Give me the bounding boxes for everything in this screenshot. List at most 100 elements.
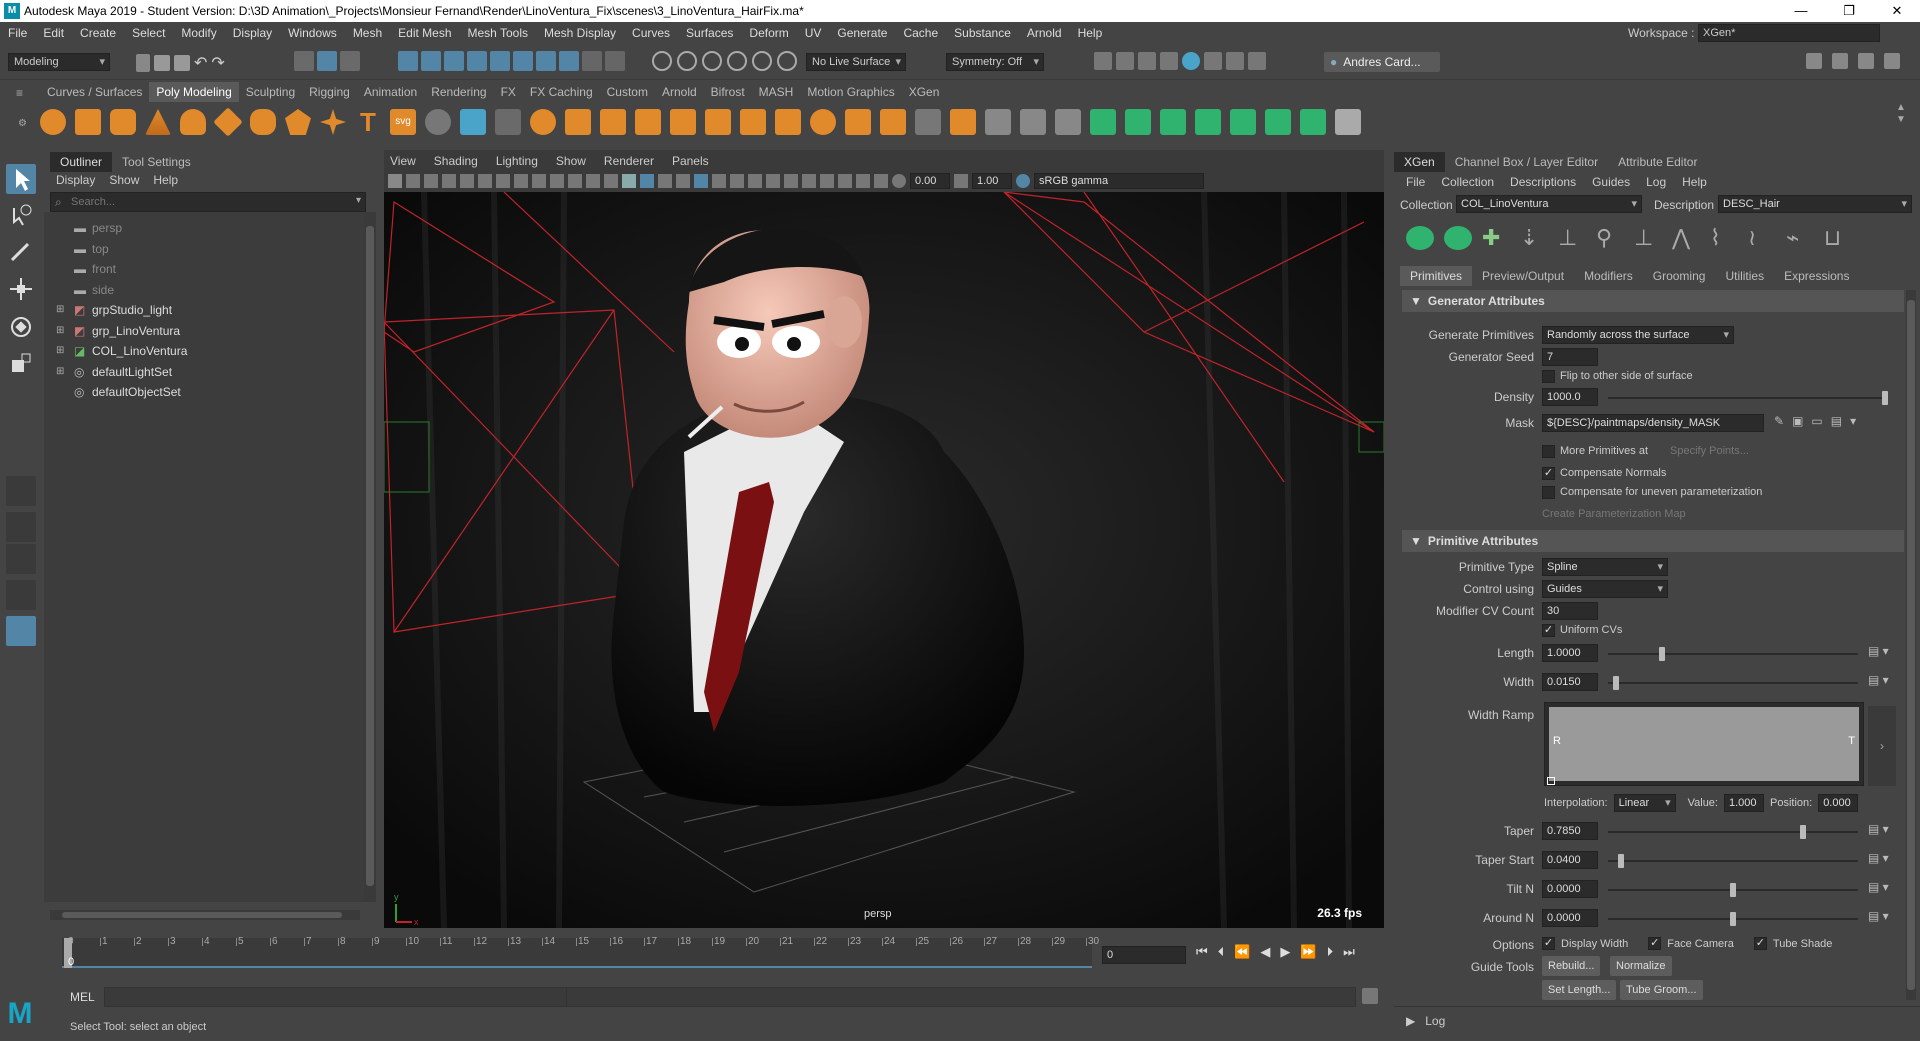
outliner-item[interactable]: ⊞ ◎ defaultLightSet — [44, 362, 364, 382]
four-view-layout-icon[interactable] — [6, 512, 36, 542]
shelf-tab-motion-graphics[interactable]: Motion Graphics — [800, 82, 901, 102]
minimize-button[interactable]: — — [1786, 2, 1816, 20]
cut-uv-icon[interactable] — [1335, 109, 1361, 135]
collapse-icon[interactable] — [950, 109, 976, 135]
smooth-shade-icon[interactable] — [640, 174, 654, 188]
platonic-solid-icon[interactable] — [285, 109, 311, 135]
current-frame-field[interactable]: 0 — [1102, 946, 1186, 964]
menu-mesh[interactable]: Mesh — [345, 22, 390, 44]
viewport-menu-lighting[interactable]: Lighting — [496, 154, 538, 168]
menu-file[interactable]: File — [0, 22, 35, 44]
undo-icon[interactable]: ↶ — [194, 53, 207, 73]
ramp-handle-start[interactable] — [1547, 777, 1555, 785]
taper-slider-knob[interactable] — [1799, 825, 1806, 839]
tilt-n-map-icon[interactable]: ▤ ▾ — [1868, 880, 1889, 894]
ipr-render-icon[interactable] — [1138, 52, 1156, 70]
snap-point-icon[interactable] — [702, 51, 722, 71]
display-width-checkbox[interactable]: ✓ — [1542, 937, 1555, 950]
single-perspective-layout-icon[interactable] — [6, 476, 36, 506]
around-n-map-icon[interactable]: ▤ ▾ — [1868, 909, 1889, 923]
width-slider-knob[interactable] — [1612, 676, 1619, 690]
menu-edit-mesh[interactable]: Edit Mesh — [390, 22, 459, 44]
subtab-utilities[interactable]: Utilities — [1715, 266, 1774, 286]
mask-joints-icon[interactable] — [421, 51, 441, 71]
camera-select-icon[interactable] — [388, 174, 402, 188]
outliner-menu-show[interactable]: Show — [109, 170, 139, 190]
default-material-icon[interactable] — [658, 174, 672, 188]
outliner-item[interactable]: ⊞ ◩ grpStudio_light — [44, 300, 364, 320]
exposure-icon[interactable] — [892, 174, 906, 188]
outliner-item[interactable]: ⊞ ◪ COL_LinoVentura — [44, 341, 364, 361]
taper-start-map-icon[interactable]: ▤ ▾ — [1868, 851, 1889, 865]
menu-windows[interactable]: Windows — [280, 22, 345, 44]
tube-shade-checkbox[interactable]: ✓ — [1753, 937, 1767, 950]
outliner-menu-display[interactable]: Display — [56, 170, 95, 190]
poly-sphere-icon[interactable] — [40, 109, 66, 135]
view-transform-select[interactable]: sRGB gamma — [1034, 173, 1204, 189]
type-tool-icon[interactable]: T — [355, 109, 381, 135]
save-scene-icon[interactable] — [174, 55, 190, 71]
grid-toggle-icon[interactable] — [496, 174, 510, 188]
viewport-menu-panels[interactable]: Panels — [672, 154, 709, 168]
circularize-icon[interactable] — [810, 109, 836, 135]
expand-toggle-icon[interactable]: ⊞ — [56, 341, 70, 361]
outliner-item[interactable]: ▬ front — [44, 259, 364, 279]
specify-points-button[interactable]: Specify Points... — [1670, 445, 1749, 457]
shelf-tab-rigging[interactable]: Rigging — [302, 82, 357, 102]
use-all-lights-icon[interactable] — [712, 174, 726, 188]
new-scene-icon[interactable] — [136, 54, 150, 72]
outliner-item[interactable]: ▬ side — [44, 280, 364, 300]
mask-map-icon[interactable]: ▤ — [1831, 414, 1842, 428]
tab-outliner[interactable]: Outliner — [50, 152, 113, 172]
poly-cone-icon[interactable] — [145, 109, 171, 135]
xgen-menu-collection[interactable]: Collection — [1441, 175, 1494, 189]
step-forward-key-icon[interactable]: ⏵ — [1327, 944, 1334, 960]
resolution-gate-icon[interactable] — [532, 174, 546, 188]
render-view-icon[interactable] — [1094, 52, 1112, 70]
tab-attribute-editor[interactable]: Attribute Editor — [1608, 152, 1707, 172]
outliner-hscroll-thumb[interactable] — [62, 912, 342, 918]
taper-map-icon[interactable]: ▤ ▾ — [1868, 822, 1889, 836]
collection-select[interactable]: COL_LinoVentura — [1456, 195, 1642, 213]
snap-pivot-icon[interactable] — [777, 51, 797, 71]
select-objects-icon[interactable] — [317, 51, 337, 71]
mode-select[interactable]: Modeling — [8, 53, 110, 71]
snap-curve-icon[interactable] — [677, 51, 697, 71]
shelf-scroll-icon[interactable]: ▲ ▼ — [1896, 102, 1906, 126]
mask-dropdown-icon[interactable]: ▾ — [1850, 414, 1856, 428]
density-slider-track[interactable] — [1608, 397, 1888, 399]
grease-pencil-icon[interactable] — [478, 174, 492, 188]
shelf-tab-rendering[interactable]: Rendering — [424, 82, 493, 102]
tab-tool-settings[interactable]: Tool Settings — [112, 152, 201, 172]
isolate-select-icon[interactable] — [820, 174, 834, 188]
compensate-normals-checkbox[interactable]: ✓ — [1542, 467, 1555, 480]
menu-arnold[interactable]: Arnold — [1019, 22, 1070, 44]
symmetry-select[interactable]: Symmetry: Off — [946, 53, 1044, 71]
user-account-button[interactable]: ● Andres Card... — [1324, 52, 1440, 72]
primitive-attributes-header[interactable]: ▼ Primitive Attributes — [1402, 530, 1904, 552]
xray-joints-icon[interactable] — [874, 174, 888, 188]
mask-rendering-icon[interactable] — [536, 51, 556, 71]
expand-toggle-icon[interactable]: ⊞ — [56, 300, 70, 320]
modifier-cv-count-field[interactable]: 30 — [1542, 602, 1598, 620]
separate-icon[interactable] — [460, 109, 486, 135]
bridge-icon[interactable] — [635, 109, 661, 135]
hypershade-icon[interactable] — [1182, 52, 1200, 70]
density-slider-knob[interactable] — [1882, 391, 1888, 405]
2d-pan-zoom-icon[interactable] — [460, 174, 474, 188]
search-options-icon[interactable]: ▾ — [356, 195, 361, 206]
primitive-type-select[interactable]: Spline — [1542, 558, 1668, 576]
connect-icon[interactable] — [985, 109, 1011, 135]
outliner-item[interactable]: ◎ defaultObjectSet — [44, 382, 364, 402]
outliner-item[interactable]: ⊞ ◩ grp_LinoVentura — [44, 321, 364, 341]
subtab-expressions[interactable]: Expressions — [1774, 266, 1859, 286]
uv-editor-icon[interactable] — [1090, 109, 1116, 135]
tool-settings-icon[interactable] — [1858, 53, 1874, 69]
outliner-layout-icon[interactable] — [6, 616, 36, 646]
tube-groom-button[interactable]: Tube Groom... — [1620, 980, 1703, 1000]
render-frame-icon[interactable] — [1116, 52, 1134, 70]
bookmarks-icon[interactable] — [424, 174, 438, 188]
field-chart-icon[interactable] — [568, 174, 582, 188]
script-editor-icon[interactable] — [1362, 988, 1378, 1004]
mirror-icon[interactable] — [495, 109, 521, 135]
